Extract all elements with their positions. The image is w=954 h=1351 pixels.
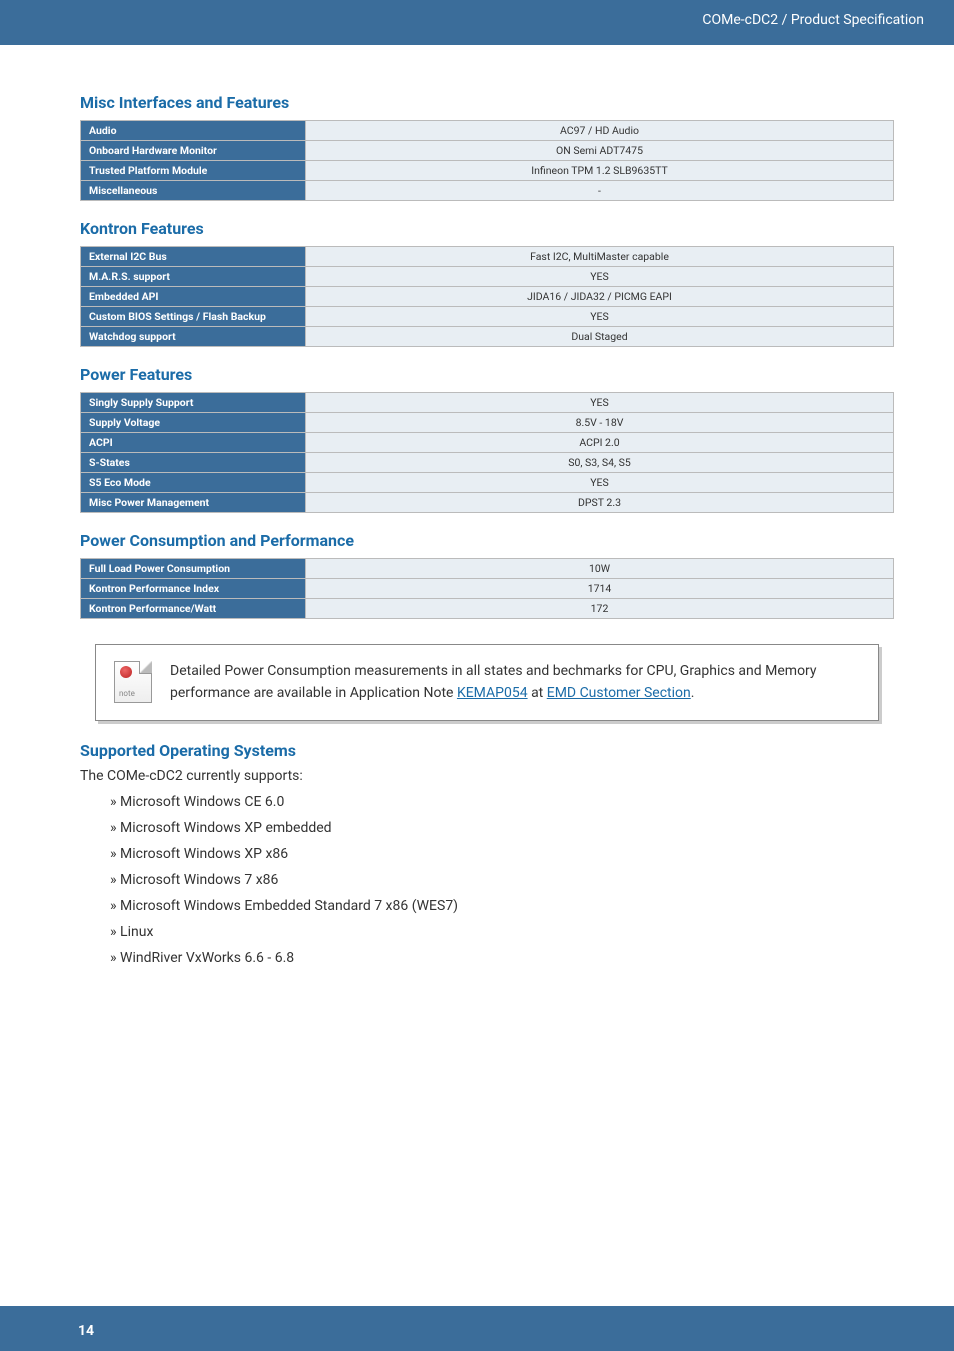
row-label: External I2C Bus	[81, 247, 306, 267]
row-value: 172	[306, 599, 894, 619]
table-row: Embedded APIJIDA16 / JIDA32 / PICMG EAPI	[81, 287, 894, 307]
supported-os-intro: The COMe-cDC2 currently supports:	[80, 768, 894, 784]
header-band: COMe-cDC2 / Product Specification	[0, 0, 954, 45]
row-value: Infineon TPM 1.2 SLB9635TT	[306, 161, 894, 181]
note-icon-label: note	[119, 689, 135, 698]
note-icon: note	[114, 661, 152, 703]
table-row: Misc Power ManagementDPST 2.3	[81, 493, 894, 513]
row-value: AC97 / HD Audio	[306, 121, 894, 141]
table-misc: Audio AC97 / HD Audio Onboard Hardware M…	[80, 120, 894, 201]
section-title-power-consumption: Power Consumption and Performance	[80, 531, 894, 550]
row-value: YES	[306, 267, 894, 287]
row-value: ON Semi ADT7475	[306, 141, 894, 161]
row-label: S5 Eco Mode	[81, 473, 306, 493]
table-row: Full Load Power Consumption10W	[81, 559, 894, 579]
note-link-emd-customer-section[interactable]: EMD Customer Section	[547, 685, 691, 701]
table-row: ACPIACPI 2.0	[81, 433, 894, 453]
row-label: Onboard Hardware Monitor	[81, 141, 306, 161]
list-item: WindRiver VxWorks 6.6 - 6.8	[110, 950, 894, 966]
table-row: Supply Voltage8.5V - 18V	[81, 413, 894, 433]
row-label: Singly Supply Support	[81, 393, 306, 413]
row-label: Misc Power Management	[81, 493, 306, 513]
pin-icon	[120, 666, 132, 678]
row-value: 1714	[306, 579, 894, 599]
note-text: Detailed Power Consumption measurements …	[170, 661, 858, 704]
table-row: External I2C BusFast I2C, MultiMaster ca…	[81, 247, 894, 267]
row-value: S0, S3, S4, S5	[306, 453, 894, 473]
table-kontron: External I2C BusFast I2C, MultiMaster ca…	[80, 246, 894, 347]
row-label: S-States	[81, 453, 306, 473]
row-label: M.A.R.S. support	[81, 267, 306, 287]
section-title-misc: Misc Interfaces and Features	[80, 93, 894, 112]
row-label: Supply Voltage	[81, 413, 306, 433]
note-text-mid: at	[528, 685, 547, 701]
table-row: Trusted Platform Module Infineon TPM 1.2…	[81, 161, 894, 181]
row-label: Custom BIOS Settings / Flash Backup	[81, 307, 306, 327]
list-item: Microsoft Windows CE 6.0	[110, 794, 894, 810]
row-value: Dual Staged	[306, 327, 894, 347]
footer-band: 14	[0, 1306, 954, 1351]
section-title-supported-os: Supported Operating Systems	[80, 741, 894, 760]
table-row: Kontron Performance/Watt172	[81, 599, 894, 619]
row-label: Full Load Power Consumption	[81, 559, 306, 579]
list-item: Microsoft Windows Embedded Standard 7 x8…	[110, 898, 894, 914]
row-label: Kontron Performance Index	[81, 579, 306, 599]
table-row: Onboard Hardware Monitor ON Semi ADT7475	[81, 141, 894, 161]
note-text-post: .	[691, 685, 695, 701]
table-power-features: Singly Supply SupportYES Supply Voltage8…	[80, 392, 894, 513]
row-value: -	[306, 181, 894, 201]
row-label: Watchdog support	[81, 327, 306, 347]
page-number: 14	[78, 1323, 94, 1339]
table-row: Kontron Performance Index1714	[81, 579, 894, 599]
row-value: ACPI 2.0	[306, 433, 894, 453]
row-label: Embedded API	[81, 287, 306, 307]
row-value: YES	[306, 307, 894, 327]
row-label: Miscellaneous	[81, 181, 306, 201]
note-box: note Detailed Power Consumption measurem…	[95, 644, 879, 721]
table-row: Miscellaneous -	[81, 181, 894, 201]
row-label: Kontron Performance/Watt	[81, 599, 306, 619]
table-row: Watchdog supportDual Staged	[81, 327, 894, 347]
table-row: Audio AC97 / HD Audio	[81, 121, 894, 141]
table-row: S5 Eco ModeYES	[81, 473, 894, 493]
row-value: 8.5V - 18V	[306, 413, 894, 433]
row-label: Trusted Platform Module	[81, 161, 306, 181]
row-value: 10W	[306, 559, 894, 579]
row-label: ACPI	[81, 433, 306, 453]
table-row: M.A.R.S. supportYES	[81, 267, 894, 287]
section-title-power-features: Power Features	[80, 365, 894, 384]
supported-os-list: Microsoft Windows CE 6.0 Microsoft Windo…	[80, 794, 894, 966]
list-item: Microsoft Windows 7 x86	[110, 872, 894, 888]
row-value: Fast I2C, MultiMaster capable	[306, 247, 894, 267]
doc-title: COMe-cDC2 / Product Specification	[702, 12, 924, 28]
row-label: Audio	[81, 121, 306, 141]
table-row: Singly Supply SupportYES	[81, 393, 894, 413]
section-title-kontron: Kontron Features	[80, 219, 894, 238]
row-value: DPST 2.3	[306, 493, 894, 513]
note-link-kemap054[interactable]: KEMAP054	[457, 685, 528, 701]
table-power-consumption: Full Load Power Consumption10W Kontron P…	[80, 558, 894, 619]
page-content: Misc Interfaces and Features Audio AC97 …	[0, 45, 954, 966]
table-row: S-StatesS0, S3, S4, S5	[81, 453, 894, 473]
list-item: Linux	[110, 924, 894, 940]
row-value: YES	[306, 473, 894, 493]
table-row: Custom BIOS Settings / Flash BackupYES	[81, 307, 894, 327]
row-value: YES	[306, 393, 894, 413]
list-item: Microsoft Windows XP x86	[110, 846, 894, 862]
row-value: JIDA16 / JIDA32 / PICMG EAPI	[306, 287, 894, 307]
list-item: Microsoft Windows XP embedded	[110, 820, 894, 836]
